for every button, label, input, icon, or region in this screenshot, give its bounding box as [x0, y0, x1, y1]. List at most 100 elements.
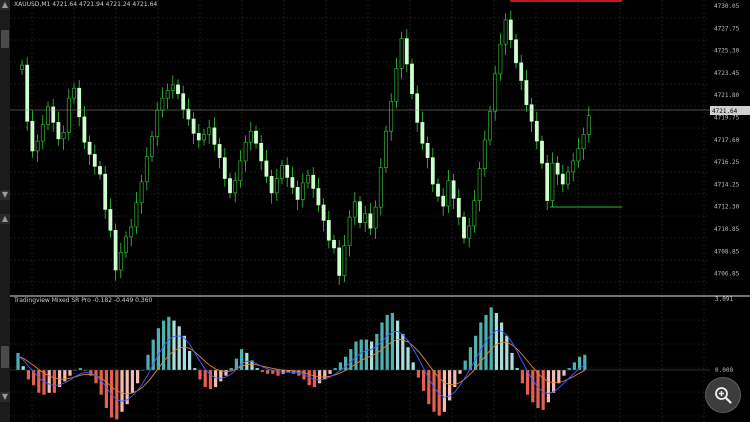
histogram-bar: [151, 339, 155, 370]
candle-body: [155, 109, 160, 137]
candle-body: [274, 178, 279, 194]
candle-body: [316, 188, 321, 206]
candle-body: [254, 130, 258, 144]
candle-body: [306, 174, 310, 184]
candle-body: [20, 64, 24, 70]
histogram-bar: [198, 370, 202, 380]
histogram-bar: [396, 320, 400, 370]
chart-canvas[interactable]: XAUUSD,M1 4721.64 4721.94 4721.24 4721.6…: [10, 0, 750, 422]
histogram-bar: [432, 370, 436, 412]
histogram-bar: [276, 370, 280, 376]
price-axis-label: 4717.60: [714, 137, 740, 144]
candle-body: [35, 140, 40, 152]
candle-body: [280, 165, 284, 179]
candle-body: [25, 64, 30, 122]
candle-body: [508, 19, 513, 41]
histogram-bar: [572, 362, 576, 370]
candle-body: [441, 195, 446, 207]
candle-body: [77, 87, 82, 118]
histogram-bar: [323, 370, 327, 380]
indicator-signal-line: [17, 339, 586, 395]
zoom-button[interactable]: [705, 377, 741, 413]
candle-body: [290, 177, 295, 188]
histogram-bar: [427, 370, 431, 405]
candle-body: [477, 168, 482, 201]
candle-body: [430, 157, 435, 185]
candle-body: [66, 97, 71, 133]
indicator-scale-top: 3.091: [715, 296, 733, 303]
candle-body: [394, 68, 399, 102]
candle-body: [134, 202, 139, 228]
histogram-bar: [214, 370, 218, 388]
histogram-bar: [47, 370, 51, 393]
price-axis-label: 4710.85: [714, 226, 740, 233]
scroll-down-arrow-icon-2[interactable]: ▼: [0, 392, 10, 402]
histogram-bar: [208, 370, 212, 389]
candle-body: [358, 201, 362, 223]
histogram-bar: [546, 370, 550, 403]
price-axis-label: 4723.45: [714, 70, 740, 77]
indicator-macd-line: [17, 330, 586, 402]
candle-body: [529, 104, 534, 122]
indicator-scale-zero: 0.000: [715, 367, 733, 374]
candle-body: [342, 245, 347, 276]
candle-body: [384, 130, 388, 168]
histogram-bar: [416, 370, 420, 378]
histogram-bar: [224, 370, 228, 376]
candle-body: [534, 120, 539, 142]
price-axis-label: 4730.05: [714, 3, 740, 10]
histogram-bar: [442, 370, 446, 412]
candle-body: [550, 162, 555, 201]
candle-body: [40, 124, 45, 142]
candle-body: [144, 156, 149, 183]
scroll-up-arrow-icon-2[interactable]: ▲: [0, 214, 10, 224]
candle-body: [446, 180, 451, 207]
price-axis-label: 4706.85: [714, 271, 740, 278]
candle-body: [586, 115, 591, 135]
candle-body: [191, 118, 196, 134]
candle-body: [488, 111, 492, 141]
candle-body: [207, 127, 212, 135]
candle-body: [139, 181, 144, 204]
histogram-bar: [515, 368, 519, 370]
price-axis: 4730.05 4727.75 4725.30 4723.45 4721.80 4719.…: [714, 3, 740, 278]
candle-body: [462, 216, 466, 239]
histogram-bar: [68, 370, 72, 376]
candle-body: [451, 180, 456, 199]
price-axis-label: 4708.85: [714, 248, 740, 255]
candle-body: [98, 166, 102, 175]
candle-body: [363, 213, 368, 223]
histogram-bar: [52, 370, 56, 393]
histogram-bar: [16, 352, 20, 370]
histogram-bar: [260, 370, 264, 372]
histogram-bar: [130, 370, 134, 393]
candle-body: [196, 133, 201, 141]
vertical-scrollbar[interactable]: ▲ ▼ ▲ ▼: [0, 0, 10, 422]
price-axis-label: 4716.25: [714, 159, 740, 166]
histogram-bar: [266, 370, 270, 374]
scroll-up-arrow-icon[interactable]: ▲: [0, 0, 10, 10]
histogram-bar: [583, 354, 587, 370]
histogram-bar: [229, 368, 233, 370]
histogram-bar: [536, 370, 540, 408]
candle-body: [524, 80, 529, 106]
candle-body: [576, 148, 581, 162]
candle-body: [176, 84, 180, 95]
candle-body: [56, 122, 61, 140]
candle-body: [337, 247, 342, 276]
candle-body: [300, 182, 305, 200]
histogram-bar: [26, 370, 30, 380]
chart-title: XAUUSD,M1 4721.64 4721.94 4721.24 4721.6…: [14, 1, 157, 8]
scroll-thumb-lower[interactable]: [1, 346, 9, 368]
candle-body: [72, 87, 76, 99]
candle-body: [124, 236, 128, 253]
candle-body: [30, 120, 35, 152]
candle-body: [482, 139, 487, 169]
histogram-bar: [328, 370, 332, 374]
scroll-down-arrow-icon[interactable]: ▼: [0, 190, 10, 200]
candle-body: [311, 174, 316, 189]
candlestick-series: [20, 10, 591, 285]
candle-body: [467, 225, 472, 239]
magnifier-plus-icon: [715, 387, 732, 404]
scroll-thumb-upper[interactable]: [1, 30, 9, 48]
